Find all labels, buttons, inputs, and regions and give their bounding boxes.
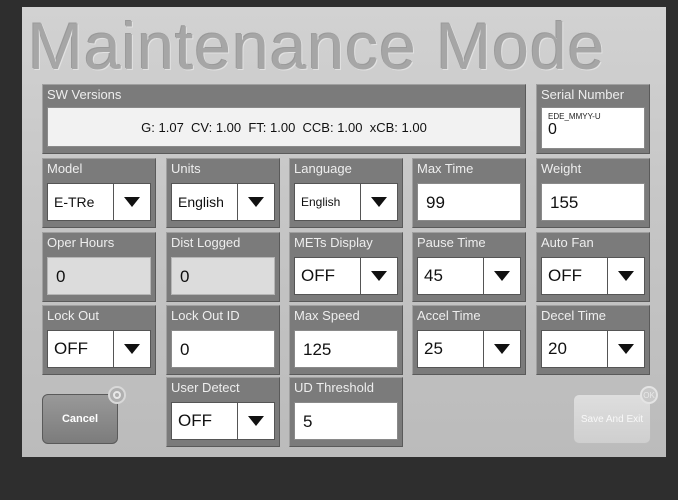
decel-time-panel: Decel Time 20 [536, 305, 650, 375]
model-value: E-TRe [54, 194, 95, 210]
maintenance-screen: Maintenance Mode SW Versions G: 1.07 CV:… [22, 7, 666, 457]
oper-hours-value: 0 [47, 257, 151, 295]
mets-display-label: METs Display [294, 235, 373, 250]
max-speed-input[interactable]: 125 [294, 330, 398, 368]
sw-versions-label: SW Versions [47, 87, 122, 102]
weight-label: Weight [541, 161, 582, 176]
language-value: English [301, 195, 341, 209]
serial-number-value: 0 [548, 121, 557, 138]
units-value: English [178, 194, 224, 210]
auto-fan-label: Auto Fan [541, 235, 594, 250]
accel-time-panel: Accel Time 25 [412, 305, 526, 375]
weight-input[interactable]: 155 [541, 183, 645, 221]
max-speed-panel: Max Speed 125 [289, 305, 403, 375]
chevron-down-icon[interactable] [113, 331, 150, 367]
units-dropdown[interactable]: English [171, 183, 275, 221]
chevron-down-icon[interactable] [237, 403, 274, 439]
auto-fan-value: OFF [548, 266, 582, 285]
lock-out-id-panel: Lock Out ID 0 [166, 305, 280, 375]
lock-out-id-input[interactable]: 0 [171, 330, 275, 368]
max-time-label: Max Time [417, 161, 474, 176]
ud-threshold-label: UD Threshold [294, 380, 374, 395]
sw-versions-value: G: 1.07 CV: 1.00 FT: 1.00 CCB: 1.00 xCB:… [47, 107, 521, 147]
pause-time-dropdown[interactable]: 45 [417, 257, 521, 295]
mets-display-dropdown[interactable]: OFF [294, 257, 398, 295]
chevron-down-icon[interactable] [360, 258, 397, 294]
dist-logged-label: Dist Logged [171, 235, 241, 250]
ud-threshold-panel: UD Threshold 5 [289, 377, 403, 447]
cancel-knob-icon [108, 386, 126, 404]
ok-badge-label: OK [643, 390, 655, 400]
serial-number-hint: EDE_MMYY-U [548, 112, 601, 121]
accel-time-label: Accel Time [417, 308, 481, 323]
serial-number-field[interactable]: EDE_MMYY-U 0 [541, 107, 645, 149]
decel-time-dropdown[interactable]: 20 [541, 330, 645, 368]
lock-out-value: OFF [54, 339, 88, 358]
decel-time-label: Decel Time [541, 308, 607, 323]
units-panel: Units English [166, 158, 280, 228]
dist-logged-value: 0 [171, 257, 275, 295]
lock-out-label: Lock Out [47, 308, 100, 323]
accel-time-value: 25 [424, 339, 443, 358]
lock-out-id-label: Lock Out ID [171, 308, 240, 323]
cancel-button[interactable]: Cancel [42, 394, 118, 444]
model-dropdown[interactable]: E-TRe [47, 183, 151, 221]
decel-time-value: 20 [548, 339, 567, 358]
serial-number-label: Serial Number [541, 87, 625, 102]
user-detect-value: OFF [178, 411, 212, 430]
user-detect-label: User Detect [171, 380, 240, 395]
pause-time-panel: Pause Time 45 [412, 232, 526, 302]
model-panel: Model E-TRe [42, 158, 156, 228]
chevron-down-icon[interactable] [483, 258, 520, 294]
max-speed-label: Max Speed [294, 308, 360, 323]
lock-out-panel: Lock Out OFF [42, 305, 156, 375]
pause-time-label: Pause Time [417, 235, 486, 250]
mets-display-value: OFF [301, 266, 335, 285]
ud-threshold-input[interactable]: 5 [294, 402, 398, 440]
user-detect-dropdown[interactable]: OFF [171, 402, 275, 440]
pause-time-value: 45 [424, 266, 443, 285]
swirl-icon [113, 391, 121, 399]
cancel-button-label: Cancel [61, 413, 99, 425]
language-panel: Language English [289, 158, 403, 228]
lock-out-dropdown[interactable]: OFF [47, 330, 151, 368]
oper-hours-label: Oper Hours [47, 235, 115, 250]
max-time-panel: Max Time 99 [412, 158, 526, 228]
chevron-down-icon[interactable] [607, 331, 644, 367]
auto-fan-panel: Auto Fan OFF [536, 232, 650, 302]
accel-time-dropdown[interactable]: 25 [417, 330, 521, 368]
dist-logged-panel: Dist Logged 0 [166, 232, 280, 302]
model-label: Model [47, 161, 83, 176]
auto-fan-dropdown[interactable]: OFF [541, 257, 645, 295]
chevron-down-icon[interactable] [237, 184, 274, 220]
language-dropdown[interactable]: English [294, 183, 398, 221]
chevron-down-icon[interactable] [113, 184, 150, 220]
serial-number-panel: Serial Number EDE_MMYY-U 0 [536, 84, 650, 154]
chevron-down-icon[interactable] [607, 258, 644, 294]
chevron-down-icon[interactable] [360, 184, 397, 220]
units-label: Units [171, 161, 201, 176]
sw-versions-panel: SW Versions G: 1.07 CV: 1.00 FT: 1.00 CC… [42, 84, 526, 154]
mets-display-panel: METs Display OFF [289, 232, 403, 302]
page-title: Maintenance Mode [28, 9, 606, 83]
weight-panel: Weight 155 [536, 158, 650, 228]
save-and-exit-label: Save And Exit [580, 413, 644, 425]
ok-badge-icon: OK [640, 386, 658, 404]
oper-hours-panel: Oper Hours 0 [42, 232, 156, 302]
chevron-down-icon[interactable] [483, 331, 520, 367]
save-and-exit-button[interactable]: Save And Exit [573, 394, 651, 444]
user-detect-panel: User Detect OFF [166, 377, 280, 447]
language-label: Language [294, 161, 352, 176]
max-time-input[interactable]: 99 [417, 183, 521, 221]
